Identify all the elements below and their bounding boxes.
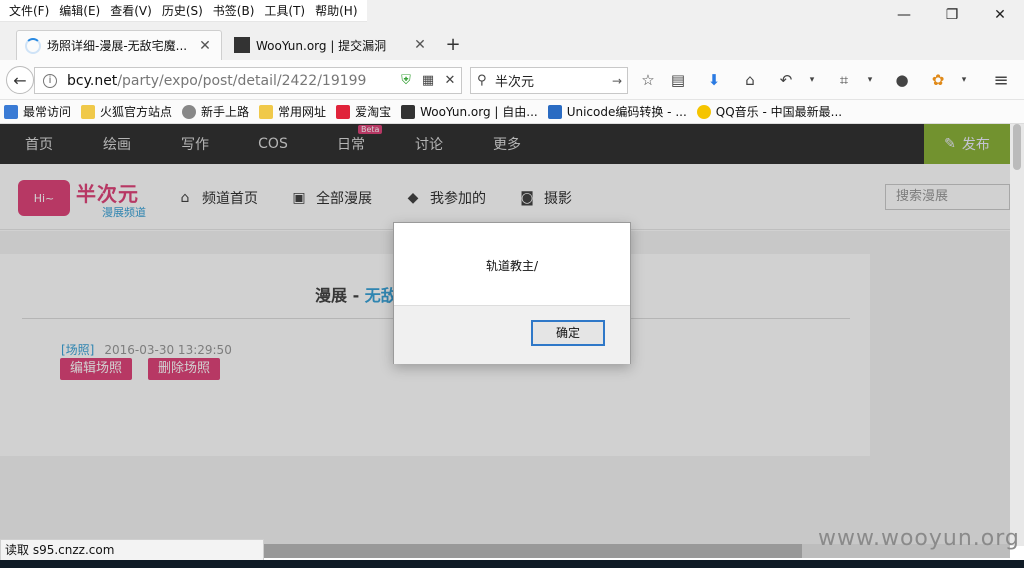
hamburger-menu-icon[interactable]: ≡ [990, 70, 1012, 91]
bookmark-qqmusic[interactable]: QQ音乐 - 中国最新最... [696, 103, 843, 120]
qq-music-icon [696, 104, 711, 119]
download-icon[interactable]: ⬇ [703, 70, 725, 90]
menu-bookmarks[interactable]: 书签(B) [208, 0, 260, 22]
bookmark-unicode[interactable]: Unicode编码转换 - ... [547, 103, 687, 120]
bookmark-firefox-official[interactable]: 火狐官方站点 [81, 103, 172, 120]
navigation-bar: ← i bcy.net/party/expo/post/detail/2422/… [0, 60, 1024, 100]
url-text[interactable]: bcy.net/party/expo/post/detail/2422/1919… [67, 73, 395, 89]
unicode-icon [547, 104, 562, 119]
shield-icon[interactable]: ⛨ [395, 73, 417, 88]
horizontal-scrollbar-thumb[interactable] [262, 544, 802, 558]
tab-wooyun[interactable]: WooYun.org | 提交漏洞 ✕ [226, 30, 436, 60]
tab-label: WooYun.org | 提交漏洞 [256, 38, 387, 53]
ok-button[interactable]: 确定 [531, 320, 605, 346]
dropdown-arrow-icon[interactable]: ▾ [953, 70, 975, 90]
bookmark-label: Unicode编码转换 - ... [566, 105, 687, 119]
dropdown-arrow-icon[interactable]: ▾ [801, 70, 823, 90]
globe-icon [182, 104, 197, 119]
wooyun-favicon-icon [234, 37, 250, 53]
qrcode-icon[interactable]: ▦ [417, 73, 439, 88]
clear-url-icon[interactable]: ✕ [439, 73, 461, 88]
bookmark-label: 爱淘宝 [355, 105, 392, 119]
back-button[interactable]: ← [6, 66, 34, 94]
search-input[interactable]: 半次元 [495, 71, 607, 90]
new-tab-button[interactable]: + [442, 34, 464, 55]
menu-history[interactable]: 历史(S) [157, 0, 208, 22]
loading-spinner-icon [25, 37, 41, 54]
bookmark-icon [4, 104, 18, 119]
search-go-button[interactable]: → [607, 74, 627, 88]
folder-icon [259, 104, 274, 119]
menu-items: 文件(F) 编辑(E) 查看(V) 历史(S) 书签(B) 工具(T) 帮助(H… [0, 0, 367, 22]
wooyun-favicon-icon [401, 104, 416, 119]
bookmark-label: 新手上路 [201, 105, 250, 119]
undo-icon[interactable]: ↶ [775, 70, 797, 90]
menu-bar: 文件(F) 编辑(E) 查看(V) 历史(S) 书签(B) 工具(T) 帮助(H… [0, 0, 1024, 22]
vertical-scrollbar[interactable] [1010, 124, 1024, 546]
taskbar [0, 560, 1024, 568]
bookmark-most-visited[interactable]: 最常访问 [4, 103, 71, 120]
close-tab-icon[interactable]: ✕ [412, 37, 428, 53]
bookmark-aitaobao[interactable]: 爱淘宝 [336, 103, 391, 120]
scrollbar-thumb[interactable] [1013, 124, 1021, 170]
folder-icon [81, 104, 96, 119]
menu-edit[interactable]: 编辑(E) [54, 0, 105, 22]
home-icon[interactable]: ⌂ [739, 70, 761, 90]
tab-strip: 场照详细-漫展-无敌宅魔... ✕ WooYun.org | 提交漏洞 ✕ + [0, 22, 1024, 60]
bookmark-label: 常用网址 [278, 105, 327, 119]
taobao-icon [336, 104, 351, 119]
bookmark-common-sites[interactable]: 常用网址 [259, 103, 326, 120]
tab-bcy[interactable]: 场照详细-漫展-无敌宅魔... ✕ [16, 30, 222, 60]
bookmark-star-icon[interactable]: ☆ [637, 70, 659, 90]
bookmark-label: QQ音乐 - 中国最新最... [715, 105, 843, 119]
bookmark-label: 最常访问 [23, 105, 72, 119]
bookmark-getting-started[interactable]: 新手上路 [182, 103, 249, 120]
search-icon: ⚲ [477, 73, 487, 88]
bookmarks-bar: 最常访问 火狐官方站点 新手上路 常用网址 爱淘宝 WooYun.org | 自… [0, 100, 1024, 124]
tab-label: 场照详细-漫展-无敌宅魔... [47, 39, 188, 53]
dropdown-arrow-icon[interactable]: ▾ [859, 70, 881, 90]
alert-message: 轨道教主/ [485, 259, 539, 273]
url-bar[interactable]: i bcy.net/party/expo/post/detail/2422/19… [34, 67, 462, 94]
url-path: /party/expo/post/detail/2422/19199 [117, 72, 367, 89]
alert-footer: 确定 [394, 305, 630, 364]
alert-dialog: 轨道教主/ 确定 [393, 222, 631, 364]
menu-view[interactable]: 查看(V) [105, 0, 157, 22]
menu-help[interactable]: 帮助(H) [310, 0, 362, 22]
chat-icon[interactable]: ● [891, 70, 913, 90]
menu-file[interactable]: 文件(F) [4, 0, 54, 22]
watermark: www.wooyun.org [818, 526, 1020, 551]
search-bar[interactable]: ⚲ 半次元 → [470, 67, 628, 94]
info-icon[interactable]: i [43, 73, 57, 88]
close-tab-icon[interactable]: ✕ [197, 38, 213, 54]
bookmark-wooyun[interactable]: WooYun.org | 自由... [401, 103, 538, 120]
crop-icon[interactable]: ⌗ [833, 70, 855, 90]
url-host: bcy.net [67, 72, 118, 89]
extension-icon[interactable]: ✿ [927, 70, 949, 90]
bookmark-label: 火狐官方站点 [100, 105, 173, 119]
bookmark-label: WooYun.org | 自由... [420, 105, 538, 119]
menu-tools[interactable]: 工具(T) [259, 0, 310, 22]
reading-list-icon[interactable]: ▤ [667, 70, 689, 90]
status-bar: 读取 s95.cnzz.com [0, 539, 264, 561]
